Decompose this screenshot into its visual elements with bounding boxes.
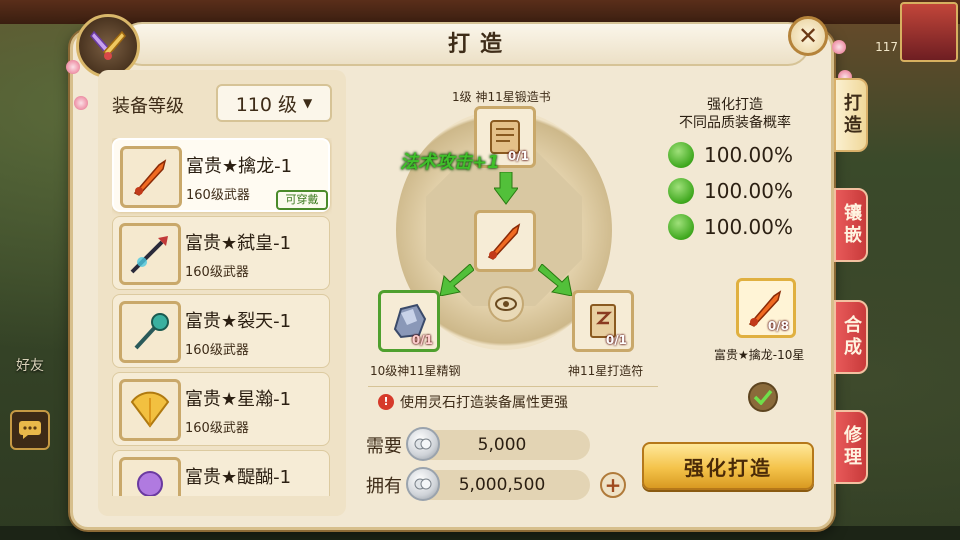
tab-inlay[interactable]: 镶嵌 — [834, 188, 868, 262]
dark-spear-icon — [119, 223, 181, 285]
item-name: 富贵★擒龙-1 — [186, 156, 293, 177]
checkmark-icon — [753, 389, 773, 405]
arrow-down-left-icon — [440, 264, 474, 296]
equipment-list[interactable]: 富贵★擒龙-1 160级武器 可穿戴 富贵★弑皇-1 160级武器 富贵★裂天-… — [112, 138, 332, 496]
confirm-toggle[interactable] — [748, 382, 778, 412]
preview-button[interactable] — [488, 286, 524, 322]
green-dot-icon — [668, 214, 694, 240]
equipment-level-label: 装备等级 — [112, 96, 184, 117]
left-material-label: 10级神11星精钢 — [370, 364, 461, 378]
rate-row: 100.00% — [668, 176, 793, 206]
result-item-slot[interactable]: 0/8 — [736, 278, 796, 338]
wearable-badge: 可穿戴 — [276, 190, 328, 210]
need-value-box: 5,000 — [406, 427, 590, 461]
rate-row: 100.00% — [668, 140, 793, 170]
flower-decoration — [74, 96, 88, 110]
close-button[interactable]: ✕ — [788, 16, 828, 56]
tab-combine[interactable]: 合成 — [834, 300, 868, 374]
fire-sword-icon — [120, 146, 182, 208]
hint-text: 使用灵石打造装备属性更强 — [400, 395, 568, 411]
chat-icon — [19, 421, 41, 439]
divider — [368, 386, 658, 387]
warning-icon: ! — [378, 394, 394, 410]
have-value: 5,000,500 — [458, 475, 546, 495]
item-name: 富贵★星瀚-1 — [185, 389, 292, 410]
rate-title-line2: 不同品质装备概率 — [679, 115, 791, 131]
list-item[interactable]: 富贵★弑皇-1 160级武器 — [112, 216, 330, 290]
golden-fan-icon — [119, 379, 181, 441]
silver-coin-icon — [406, 427, 440, 461]
item-type: 160级武器 — [185, 343, 249, 358]
left-material-count: 0/1 — [411, 333, 433, 347]
equipment-level-dropdown[interactable]: 110 级 ▼ — [216, 84, 332, 122]
hint-row: ! 使用灵石打造装备属性更强 — [378, 392, 568, 412]
right-material-label: 神11星打造符 — [568, 364, 644, 378]
item-name: 富贵★醍醐-1 — [185, 467, 292, 488]
result-count: 0/8 — [767, 319, 789, 333]
rate-title-line1: 强化打造 — [707, 97, 763, 113]
rate-value: 100.00% — [704, 215, 793, 239]
rate-title: 强化打造 不同品质装备概率 — [660, 96, 810, 132]
center-item-slot[interactable] — [474, 210, 536, 272]
flower-decoration — [832, 40, 846, 54]
close-icon: ✕ — [797, 22, 819, 50]
forge-emblem — [76, 14, 140, 78]
chevron-down-icon: ▼ — [303, 96, 313, 110]
item-type: 160级武器 — [185, 421, 249, 436]
fire-sword-icon — [487, 223, 521, 260]
rate-value: 100.00% — [704, 179, 793, 203]
item-name: 富贵★裂天-1 — [185, 311, 292, 332]
add-currency-button[interactable]: + — [600, 472, 626, 498]
crossed-swords-icon — [90, 30, 126, 60]
buff-text: 法术攻击+1 — [400, 152, 500, 173]
list-item[interactable]: 富贵★星瀚-1 160级武器 — [112, 372, 330, 446]
plus-icon: + — [604, 473, 622, 497]
flower-decoration — [66, 60, 80, 74]
item-name: 富贵★弑皇-1 — [185, 233, 292, 254]
purple-orb-icon — [119, 457, 181, 496]
right-material-count: 0/1 — [605, 333, 627, 347]
jade-staff-icon — [119, 301, 181, 363]
arrow-down-right-icon — [538, 264, 572, 296]
cost-have-row: 拥有 5,000,500 + — [366, 467, 626, 502]
top-material-count: 0/1 — [507, 149, 529, 163]
enhance-forge-button[interactable]: 强化打造 — [642, 442, 814, 490]
list-item[interactable]: 富贵★醍醐-1 — [112, 450, 330, 496]
item-type: 160级武器 — [186, 188, 250, 203]
result-item-name: 富贵★擒龙-10星 — [714, 348, 805, 362]
silver-coin-icon — [406, 467, 440, 501]
cost-need-row: 需要 5,000 — [366, 427, 590, 462]
item-type: 160级武器 — [185, 265, 249, 280]
friends-button[interactable]: 好友 — [12, 346, 48, 386]
chat-button[interactable] — [10, 410, 50, 450]
equipment-level-value: 110 级 — [235, 93, 298, 116]
left-material-slot[interactable]: 0/1 — [378, 290, 440, 352]
list-item[interactable]: 富贵★裂天-1 160级武器 — [112, 294, 330, 368]
arrow-down-icon — [494, 172, 518, 205]
tab-repair[interactable]: 修理 — [834, 410, 868, 484]
need-value: 5,000 — [477, 435, 527, 455]
rate-value: 100.00% — [704, 143, 793, 167]
have-value-box: 5,000,500 — [406, 467, 590, 501]
rate-row: 100.00% — [668, 212, 793, 242]
tab-forge[interactable]: 打造 — [834, 78, 868, 152]
right-material-slot[interactable]: 0/1 — [572, 290, 634, 352]
top-material-label: 1级 神11星锻造书 — [452, 90, 551, 104]
eye-icon — [495, 297, 517, 311]
list-item[interactable]: 富贵★擒龙-1 160级武器 可穿戴 — [112, 138, 330, 212]
green-dot-icon — [668, 142, 694, 168]
green-dot-icon — [668, 178, 694, 204]
